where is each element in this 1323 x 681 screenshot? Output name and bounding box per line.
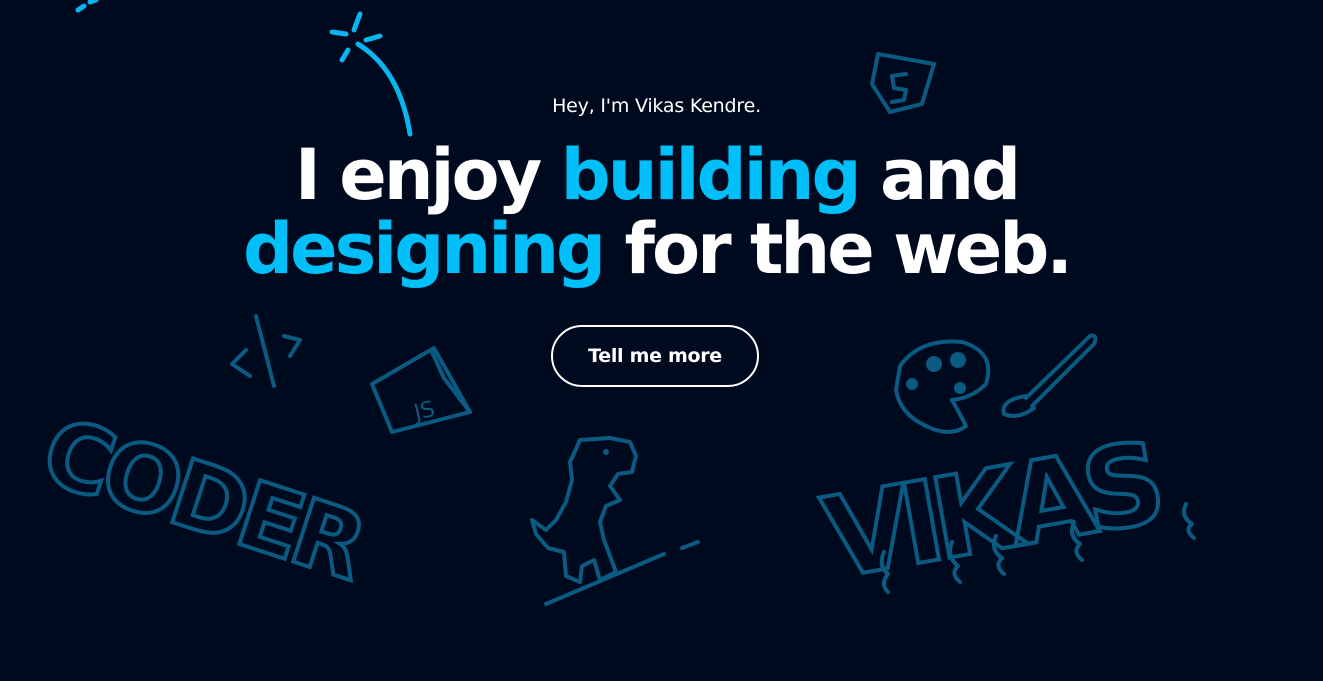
svg-text:JS: JS: [410, 397, 438, 427]
paintbrush-icon: [1001, 333, 1098, 418]
headline-accent-designing: designing: [243, 208, 606, 290]
greeting-text: Hey, I'm Vikas Kendre.: [552, 95, 761, 117]
dinosaur-doodle: [530, 436, 700, 606]
coder-doodle: CODER: [28, 396, 379, 604]
code-tag-icon: [230, 314, 302, 388]
headline-line-2: designing for the web.: [0, 214, 1313, 284]
headline-text: and: [858, 134, 1021, 216]
headline-text: I enjoy: [294, 134, 561, 216]
headline-accent-building: building: [560, 134, 862, 216]
tell-me-more-button[interactable]: Tell me more: [551, 325, 759, 387]
svg-text:CODER: CODER: [30, 398, 377, 602]
corner-sparkle-icon: [75, 0, 99, 13]
palette-icon: [894, 339, 991, 434]
js-file-icon: JS: [370, 346, 472, 434]
headline-text: for the web.: [603, 208, 1073, 290]
svg-text:VIKAS: VIKAS: [815, 419, 1167, 605]
vikas-doodle: VIKAS: [813, 417, 1196, 607]
hero-section: JS CODER VIKAS Hey, I'm Vikas Kendre. I …: [0, 0, 1323, 681]
headline-line-1: I enjoy building and: [0, 140, 1313, 210]
